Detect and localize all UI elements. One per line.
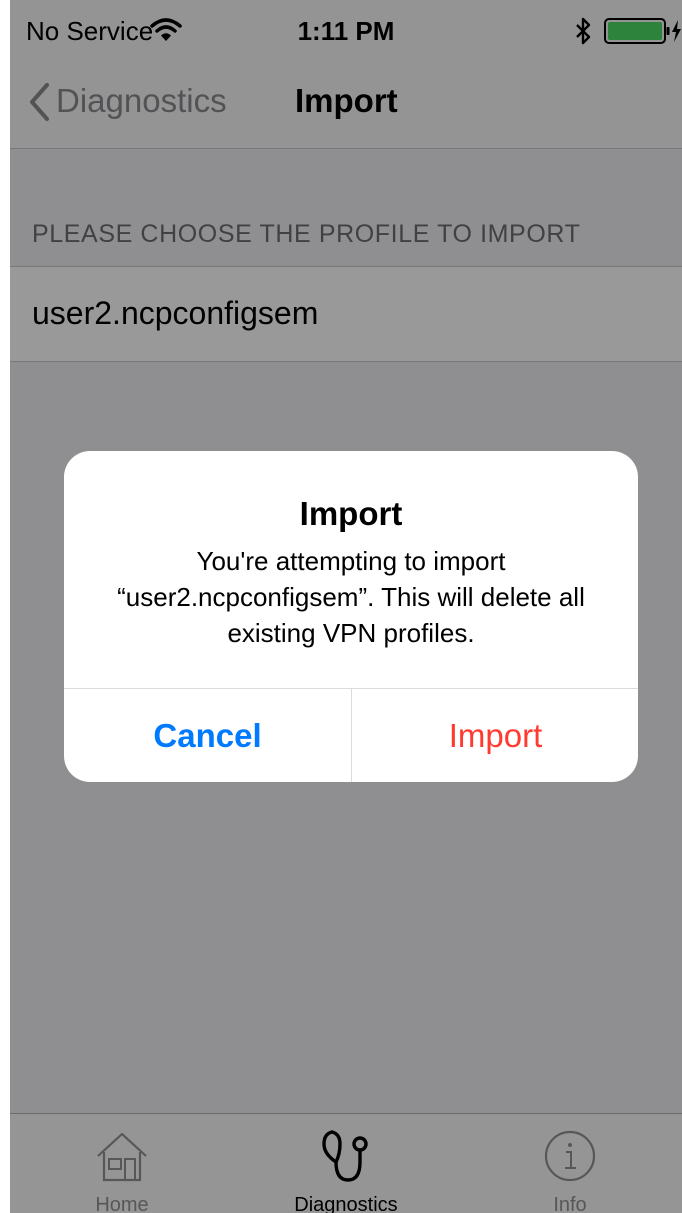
alert-title: Import xyxy=(299,495,403,532)
import-button[interactable]: Import xyxy=(352,689,638,782)
cancel-button[interactable]: Cancel xyxy=(64,689,351,782)
phone-screen: No Service 1:11 PM Diagnostics Import PL… xyxy=(10,0,682,1213)
alert-message: You're attempting to import “user2.ncpco… xyxy=(117,546,585,648)
import-alert-dialog: Import You're attempting to import “user… xyxy=(64,451,638,782)
